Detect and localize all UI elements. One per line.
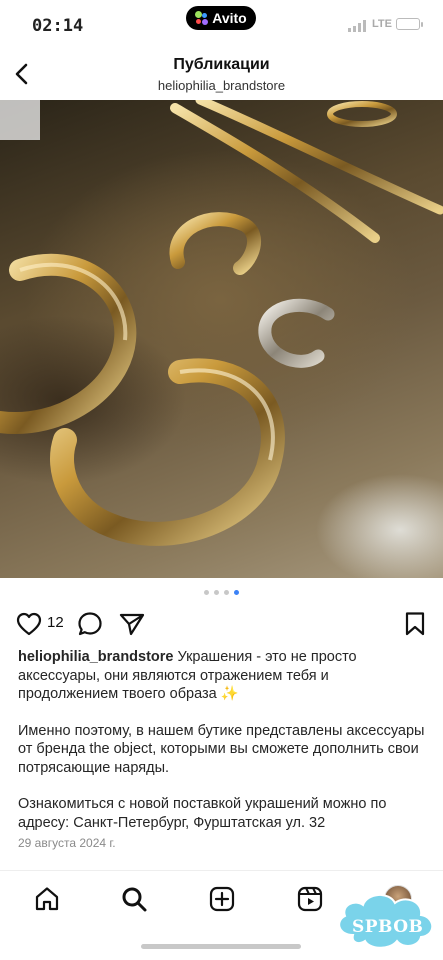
carousel-dot — [224, 590, 229, 595]
carousel-dot — [214, 590, 219, 595]
share-button[interactable] — [119, 612, 145, 641]
comment-button[interactable] — [77, 611, 103, 642]
watermark-text: SPBOB — [352, 917, 424, 937]
page-header: Публикации heliophilia_brandstore — [0, 48, 443, 100]
avito-logo-icon — [195, 11, 209, 25]
battery-icon — [396, 18, 423, 30]
carousel-indicator — [0, 590, 443, 595]
save-button[interactable] — [404, 611, 426, 642]
bookmark-icon — [405, 612, 425, 636]
post-caption: heliophilia_brandstore Украшения - это н… — [18, 648, 428, 850]
post-photo[interactable] — [0, 100, 443, 578]
reels-icon — [297, 886, 323, 912]
post-date: 29 августа 2024 г. — [18, 836, 116, 850]
tab-create[interactable] — [208, 885, 236, 913]
tab-search[interactable] — [120, 885, 148, 913]
comment-icon — [78, 612, 102, 636]
network-label: LTE — [372, 18, 392, 30]
status-time: 02:14 — [32, 16, 84, 36]
home-icon — [35, 887, 59, 911]
status-bar: 02:14 Avito LTE — [0, 0, 443, 48]
plus-square-icon — [209, 886, 235, 912]
heart-icon — [16, 612, 42, 636]
carousel-dot — [204, 590, 209, 595]
search-icon — [122, 887, 147, 912]
page-title: Публикации — [173, 56, 270, 73]
caption-username[interactable]: heliophilia_brandstore — [18, 649, 174, 665]
avito-badge[interactable]: Avito — [186, 6, 256, 30]
carousel-dot-active — [234, 590, 239, 595]
caption-paragraph: Именно поэтому, в нашем бутике представл… — [18, 722, 425, 776]
tab-home[interactable] — [33, 885, 61, 913]
page-subtitle[interactable]: heliophilia_brandstore — [0, 78, 443, 93]
send-icon — [119, 613, 145, 636]
tab-reels[interactable] — [296, 885, 324, 913]
like-button[interactable] — [16, 612, 42, 641]
caption-paragraph: Ознакомиться с новой поставкой украшений… — [18, 796, 387, 831]
like-count[interactable]: 12 — [47, 614, 64, 631]
post-actions: 12 — [0, 606, 443, 642]
avito-badge-label: Avito — [212, 10, 247, 26]
jewelry-image — [0, 100, 443, 546]
home-indicator — [141, 944, 301, 949]
signal-icon — [348, 20, 366, 32]
